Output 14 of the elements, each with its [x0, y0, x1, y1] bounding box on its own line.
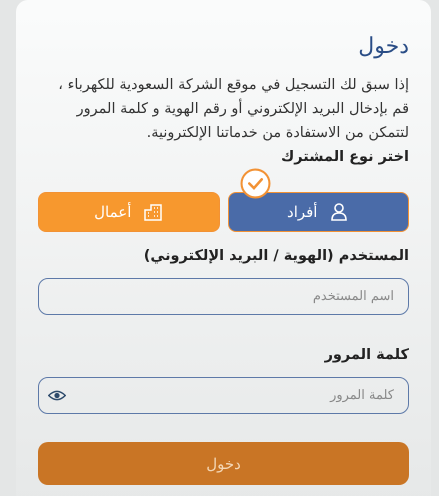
- eye-icon[interactable]: [48, 389, 66, 402]
- person-icon: [329, 202, 350, 222]
- check-icon: [240, 168, 270, 199]
- field-label: المستخدم (الهوية / البريد الإلكتروني): [144, 248, 409, 264]
- field-label: كلمة المرور: [324, 347, 409, 363]
- page-title: دخول: [358, 34, 409, 59]
- subscriber-type-button[interactable]: أعمال: [38, 192, 220, 232]
- input-field[interactable]: كلمة المرور: [38, 377, 409, 414]
- section-label: اختر نوع المشترك: [280, 149, 409, 165]
- subscriber-type-button[interactable]: أفراد: [228, 192, 409, 232]
- intro-text: إذا سبق لك التسجيل في موقع الشركة السعودية للكهرباء ، قم بإدخال البريد الإلكتروني أو رقم الهوية و كلمة المرور لتتمكن من الاستفادة من خدماتنا الإلكترونية.: [57, 76, 409, 143]
- login-button[interactable]: دخول: [38, 442, 409, 485]
- input-field[interactable]: اسم المستخدم: [38, 278, 409, 315]
- building-icon: [143, 202, 164, 222]
